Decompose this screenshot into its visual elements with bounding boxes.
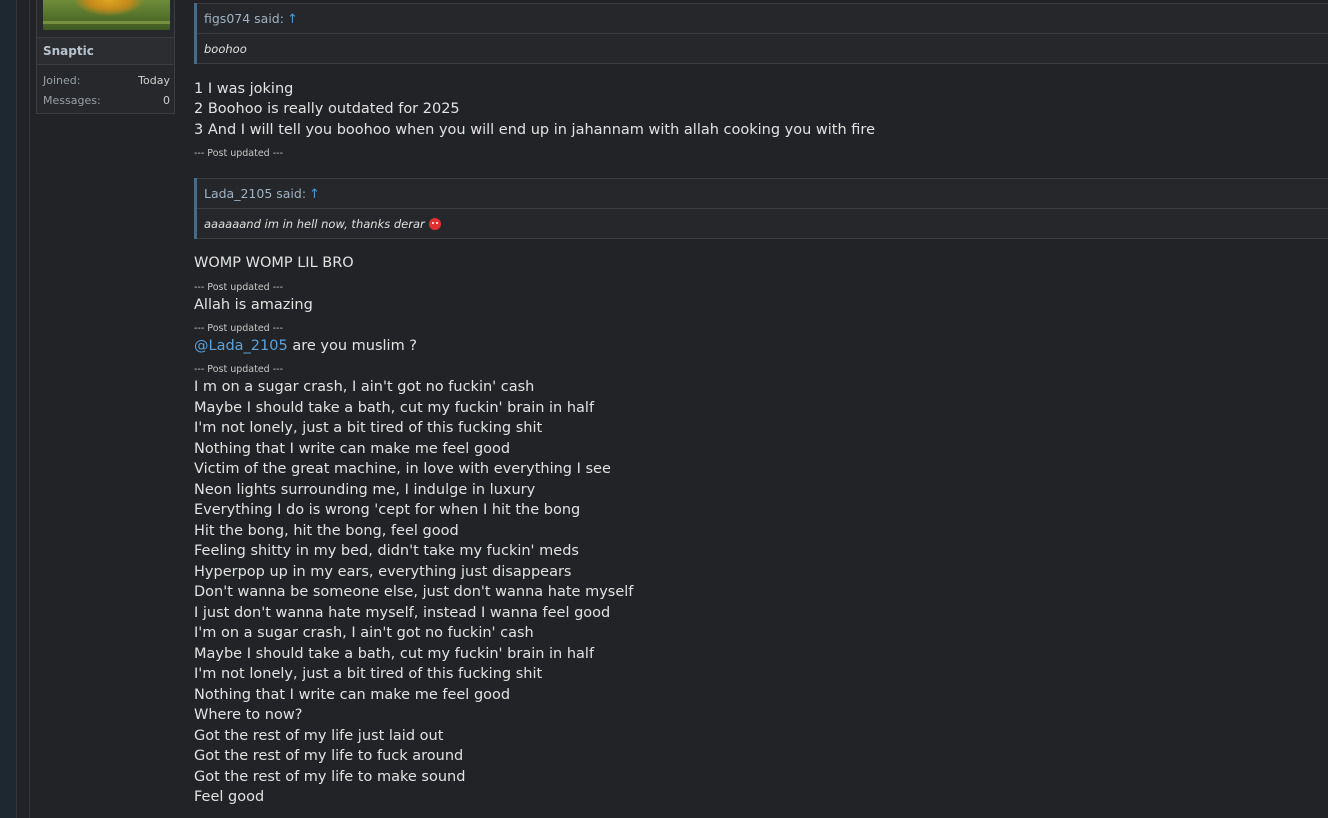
jump-to-post-icon[interactable]: ↑ xyxy=(287,12,298,27)
stat-value: Today xyxy=(138,74,170,87)
lyric-line: Got the rest of my life just laid out xyxy=(194,727,444,744)
stat-label: Messages: xyxy=(43,94,101,107)
user-mention-link[interactable]: @Lada_2105 xyxy=(194,338,288,354)
lyric-line: Maybe I should take a bath, cut my fucki… xyxy=(194,645,595,662)
divider xyxy=(16,0,17,818)
post-updated-separator: --- Post updated --- xyxy=(194,148,284,159)
lyric-line: I'm on a sugar crash, I ain't got no fuc… xyxy=(194,625,534,641)
quote-text: boohoo xyxy=(197,34,1328,64)
lyric-line: Nothing that I write can make me feel go… xyxy=(194,440,511,457)
divider xyxy=(29,0,30,818)
jump-to-post-icon[interactable]: ↑ xyxy=(309,187,320,202)
post-line: 1 I was joking xyxy=(194,81,294,97)
lyric-line: Everything I do is wrong 'cept for when … xyxy=(194,502,581,518)
stat-label: Joined: xyxy=(43,74,81,87)
lyric-line: Victim of the great machine, in love wit… xyxy=(194,461,611,477)
stat-messages: Messages: 0 xyxy=(43,94,170,110)
avatar[interactable] xyxy=(43,0,170,30)
lyric-line: Hyperpop up in my ears, everything just … xyxy=(194,563,572,580)
lyric-line: I'm not lonely, just a bit tired of this… xyxy=(194,666,543,682)
post-line: Allah is amazing xyxy=(194,297,313,313)
post-line: 3 And I will tell you boohoo when you wi… xyxy=(194,122,875,138)
post-updated-separator: --- Post updated --- xyxy=(194,364,284,375)
quote-text: aaaaaand im in hell now, thanks derar xyxy=(197,209,1328,239)
quote-author-link[interactable]: Lada_2105 said: xyxy=(204,186,306,201)
left-sidebar-strip xyxy=(0,0,16,818)
lyric-line: Feel good xyxy=(194,789,265,805)
lyric-line: I m on a sugar crash, I ain't got no fuc… xyxy=(194,379,535,395)
mention-text: are you muslim ? xyxy=(287,338,417,354)
post-updated-separator: --- Post updated --- xyxy=(194,323,284,334)
quote-block: figs074 said: ↑ boohoo xyxy=(194,3,1328,64)
post-line: 2 Boohoo is really outdated for 2025 xyxy=(194,101,460,117)
username-link[interactable]: Snaptic xyxy=(37,37,174,65)
lyric-line: Got the rest of my life to fuck around xyxy=(194,748,464,764)
angry-face-emoji-icon xyxy=(428,218,441,230)
lyric-line: Maybe I should take a bath, cut my fucki… xyxy=(194,399,595,416)
stat-value: 0 xyxy=(163,94,170,107)
post-line: @Lada_2105 are you muslim ? xyxy=(194,338,417,354)
lyric-line: Got the rest of my life to make sound xyxy=(194,768,466,785)
stat-joined: Joined: Today xyxy=(43,74,170,90)
user-card: Snaptic Joined: Today Messages: 0 xyxy=(36,0,175,114)
quote-header: figs074 said: ↑ xyxy=(197,3,1328,34)
lyric-line: Where to now? xyxy=(194,707,303,723)
lyric-line: Nothing that I write can make me feel go… xyxy=(194,686,511,703)
quote-header: Lada_2105 said: ↑ xyxy=(197,178,1328,209)
lyric-line: Neon lights surrounding me, I indulge in… xyxy=(194,481,536,498)
lyric-line: Don't wanna be someone else, just don't … xyxy=(194,584,634,600)
quote-block: Lada_2105 said: ↑ aaaaaand im in hell now… xyxy=(194,178,1328,239)
lyric-line: I just don't wanna hate myself, instead … xyxy=(194,604,611,621)
quote-text-content: aaaaaand im in hell now, thanks derar xyxy=(204,217,425,231)
lyric-line: I'm not lonely, just a bit tired of this… xyxy=(194,420,543,436)
quote-author-link[interactable]: figs074 said: xyxy=(204,11,284,26)
post-updated-separator: --- Post updated --- xyxy=(194,282,284,293)
lyric-line: Feeling shitty in my bed, didn't take my… xyxy=(194,543,579,559)
lyric-line: Hit the bong, hit the bong, feel good xyxy=(194,522,459,539)
post-line: WOMP WOMP LIL BRO xyxy=(194,255,354,271)
